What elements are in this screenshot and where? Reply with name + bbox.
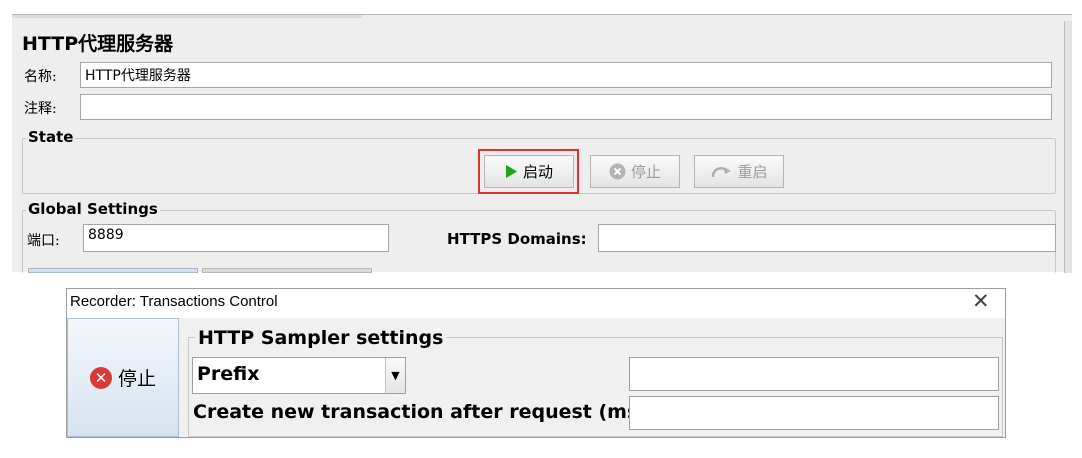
prefix-field[interactable]: [629, 357, 999, 391]
port-label: 端口:: [27, 233, 60, 249]
https-domains-label: HTTPS Domains:: [447, 230, 587, 248]
transaction-label: Create new transaction after request (ms…: [193, 401, 655, 423]
recorder-stop-label: 停止: [117, 368, 156, 390]
https-domains-field[interactable]: [598, 224, 1056, 252]
start-button-highlight: [478, 149, 579, 194]
tab-unselected[interactable]: [202, 268, 372, 273]
state-group-title: State: [26, 128, 76, 146]
stop-x-icon: ✕: [89, 366, 112, 389]
recorder-stop-button[interactable]: ✕ 停止: [67, 318, 179, 437]
name-label: 名称:: [24, 69, 57, 85]
recorder-dialog: Recorder: Transactions Control ✕ ✕ 停止 HT…: [66, 288, 1006, 438]
global-settings-title: Global Settings: [26, 200, 160, 218]
port-field[interactable]: 8889: [83, 224, 389, 252]
restart-button[interactable]: 重启: [694, 155, 784, 188]
panel-title: HTTP代理服务器: [22, 33, 174, 55]
stop-x-icon: [609, 163, 626, 180]
http-sampler-settings-title: HTTP Sampler settings: [195, 327, 447, 349]
transaction-field[interactable]: [629, 396, 999, 430]
name-field[interactable]: HTTP代理服务器: [80, 62, 1052, 88]
restart-button-label: 重启: [737, 163, 768, 181]
comment-label: 注释:: [24, 101, 57, 117]
scrollbar[interactable]: [1064, 21, 1072, 273]
prefix-select[interactable]: Prefix: [192, 357, 406, 394]
prefix-select-value: Prefix: [197, 363, 260, 385]
tab-selected[interactable]: [28, 268, 198, 273]
restart-icon: [712, 166, 732, 177]
stop-button-label: 停止: [630, 163, 661, 181]
stop-button[interactable]: 停止: [590, 155, 680, 188]
close-icon[interactable]: ✕: [972, 289, 990, 313]
dialog-body: ✕ 停止 HTTP Sampler settings Prefix ▼ Crea…: [67, 318, 1005, 437]
tab-strip: [12, 15, 362, 18]
comment-field[interactable]: [80, 94, 1052, 120]
http-proxy-panel: HTTP代理服务器 名称: HTTP代理服务器 注释: State 启动 停止 …: [12, 14, 1072, 273]
dialog-title: Recorder: Transactions Control: [70, 293, 278, 310]
chevron-down-icon[interactable]: ▼: [385, 358, 405, 393]
